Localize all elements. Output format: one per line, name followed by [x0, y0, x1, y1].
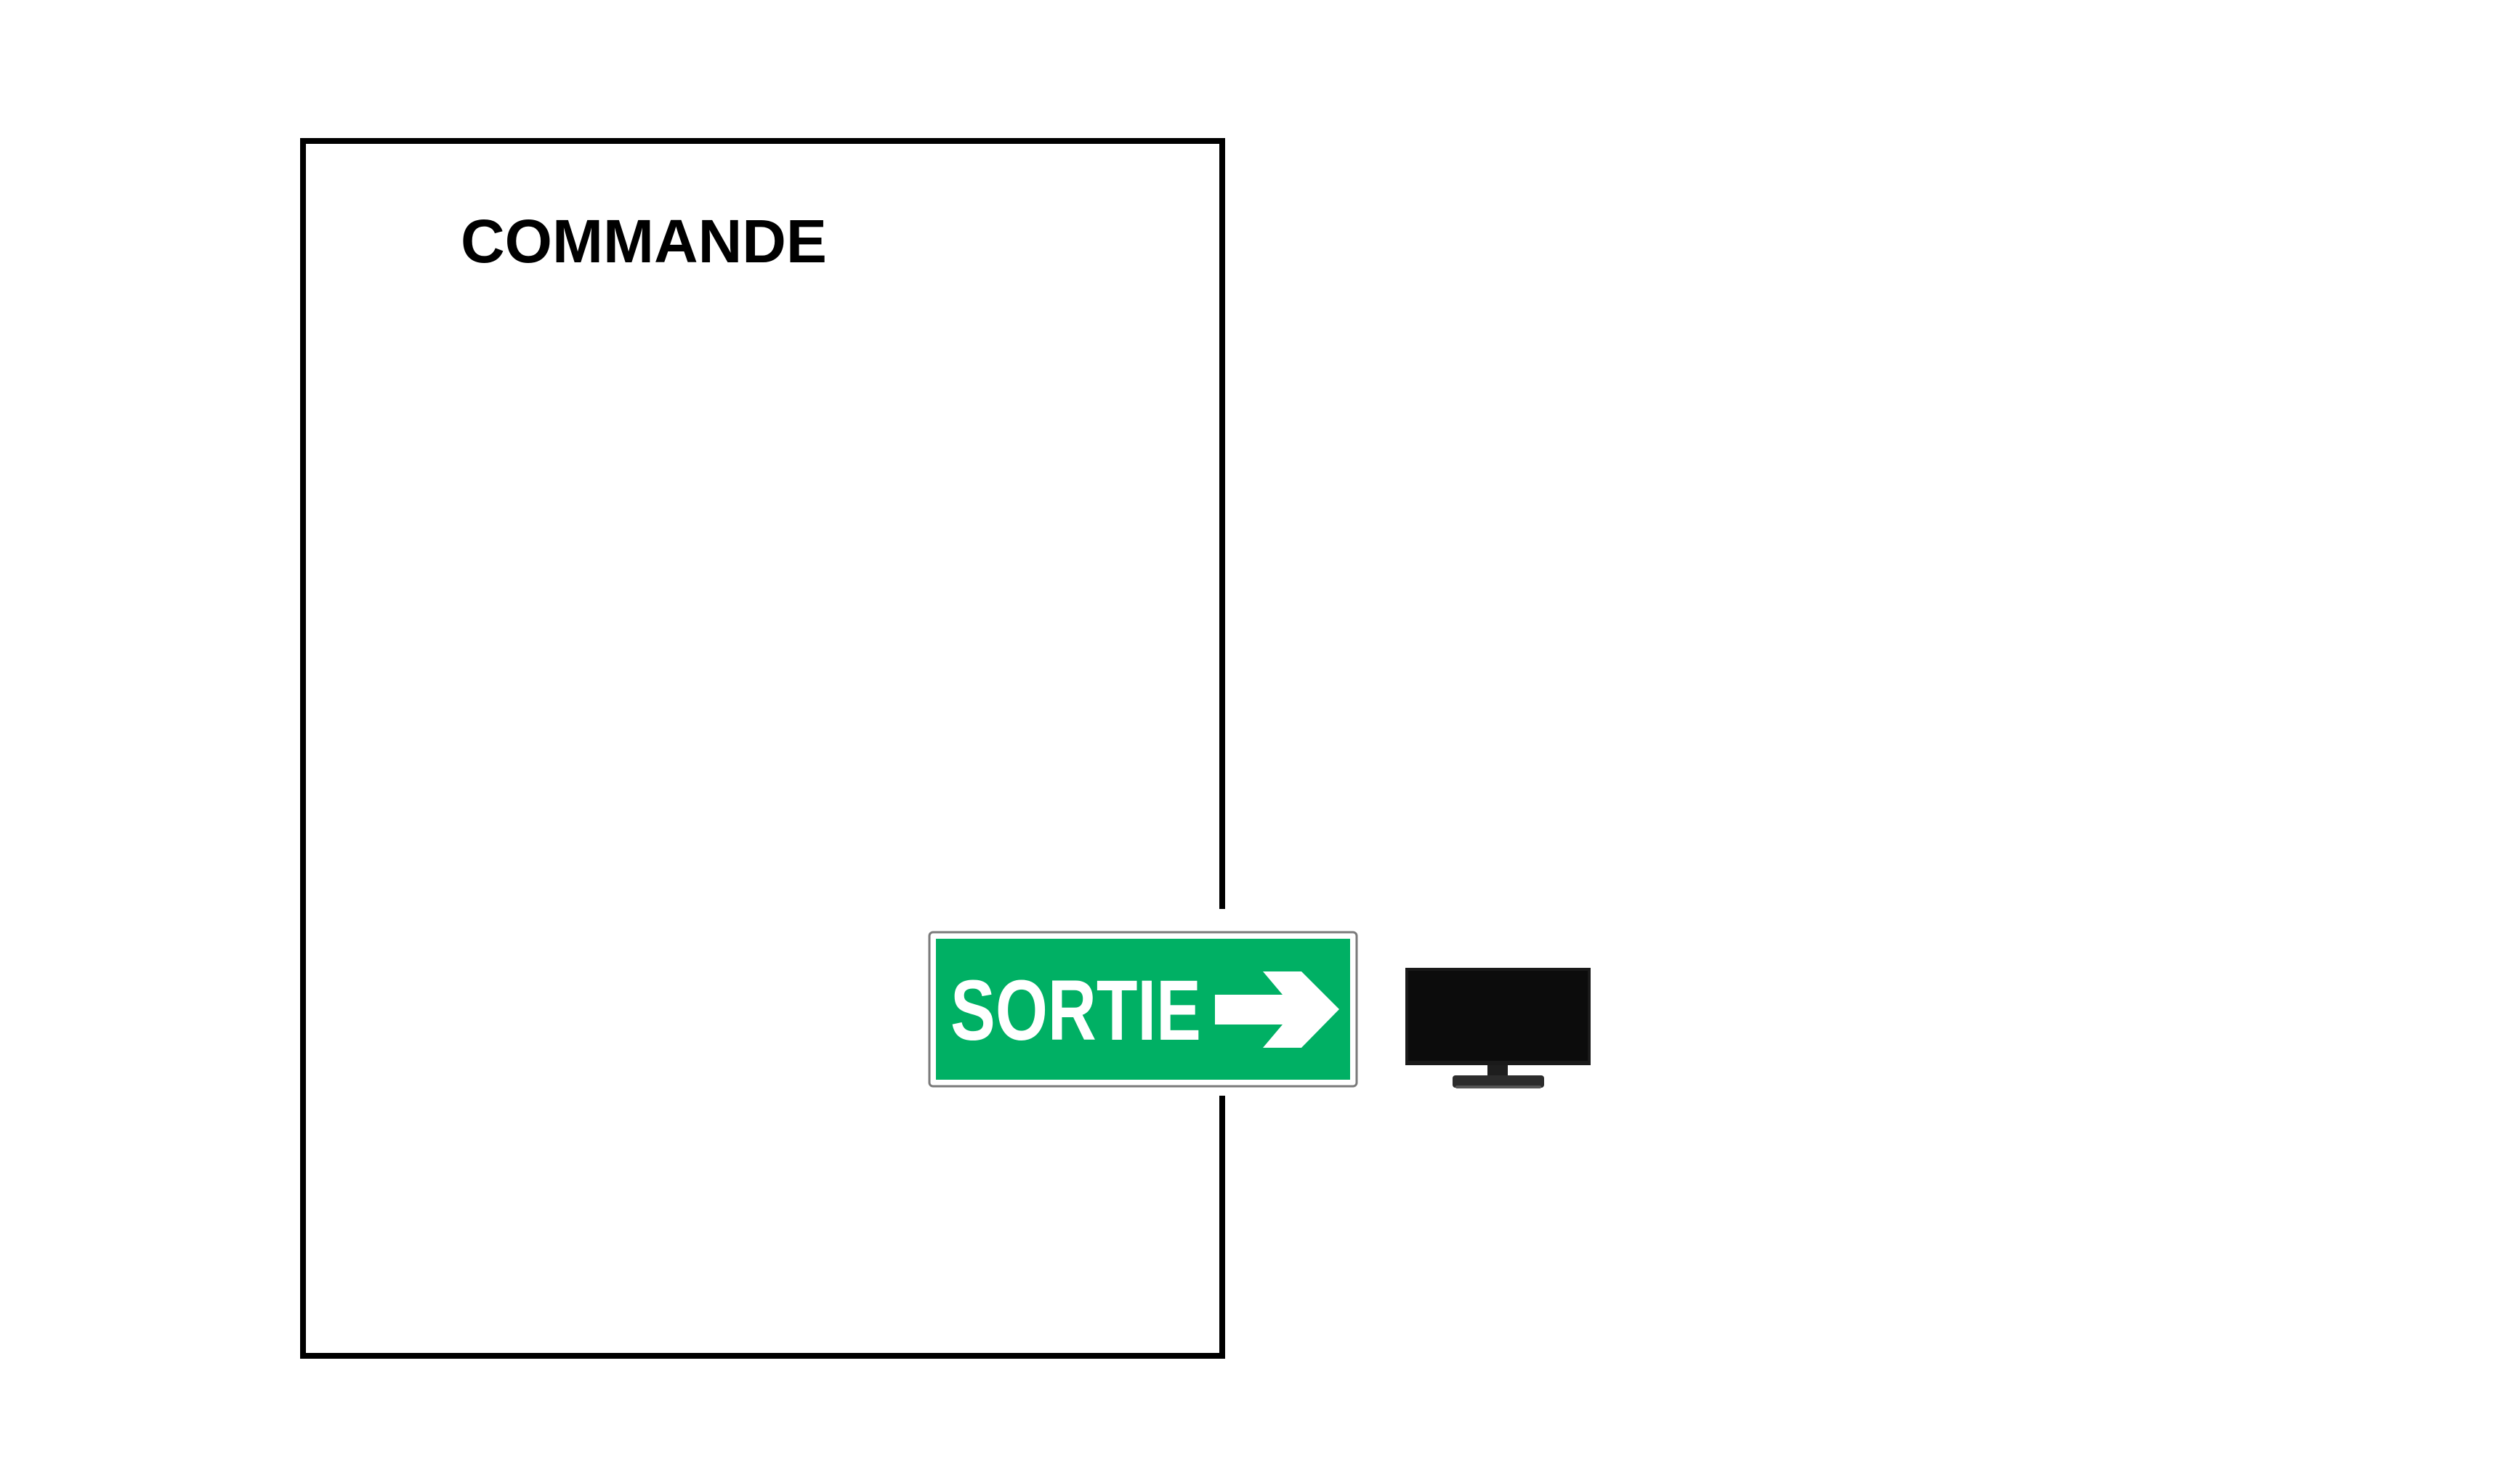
floor-plan: COMMANDE SORTIE: [300, 138, 1591, 1359]
exit-sign: SORTIE: [928, 931, 1358, 1088]
monitor-screen: [1408, 971, 1588, 1061]
room-walls: [300, 138, 1225, 1359]
room-title: COMMANDE: [461, 207, 827, 275]
monitor-stand-shadow: [1455, 1086, 1541, 1088]
exit-sign-label: SORTIE: [950, 963, 1201, 1059]
room-wall-main: [300, 138, 1225, 1359]
monitor-icon: [1405, 968, 1591, 1088]
monitor-neck: [1487, 1065, 1508, 1077]
